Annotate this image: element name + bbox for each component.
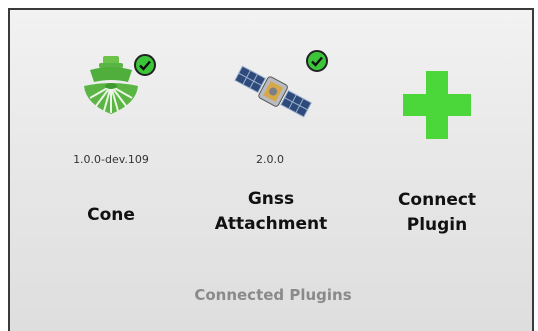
plugin-name-line1: Gnss [247, 189, 295, 209]
plugin-name: Cone [87, 205, 135, 225]
plus-icon [403, 71, 471, 139]
cone-sprayer-icon [84, 56, 138, 114]
plugin-name-line2: Attachment [214, 214, 328, 234]
satellite-icon [234, 65, 312, 118]
connect-plugin-line1: Connect [397, 190, 477, 210]
connected-check-icon [134, 54, 156, 76]
connect-plugin-label: Connect Plugin [362, 188, 512, 238]
plugins-panel: 1.0.0-dev.109 Cone 2.0.0 Gnss Attachment… [8, 8, 534, 331]
plugin-version: 2.0.0 [256, 153, 284, 166]
plugin-version: 1.0.0-dev.109 [73, 153, 149, 166]
plugin-name: Gnss Attachment [196, 187, 346, 237]
section-title: Connected Plugins [194, 286, 352, 304]
connected-check-icon [306, 50, 328, 72]
connect-plugin-line2: Plugin [406, 215, 468, 235]
